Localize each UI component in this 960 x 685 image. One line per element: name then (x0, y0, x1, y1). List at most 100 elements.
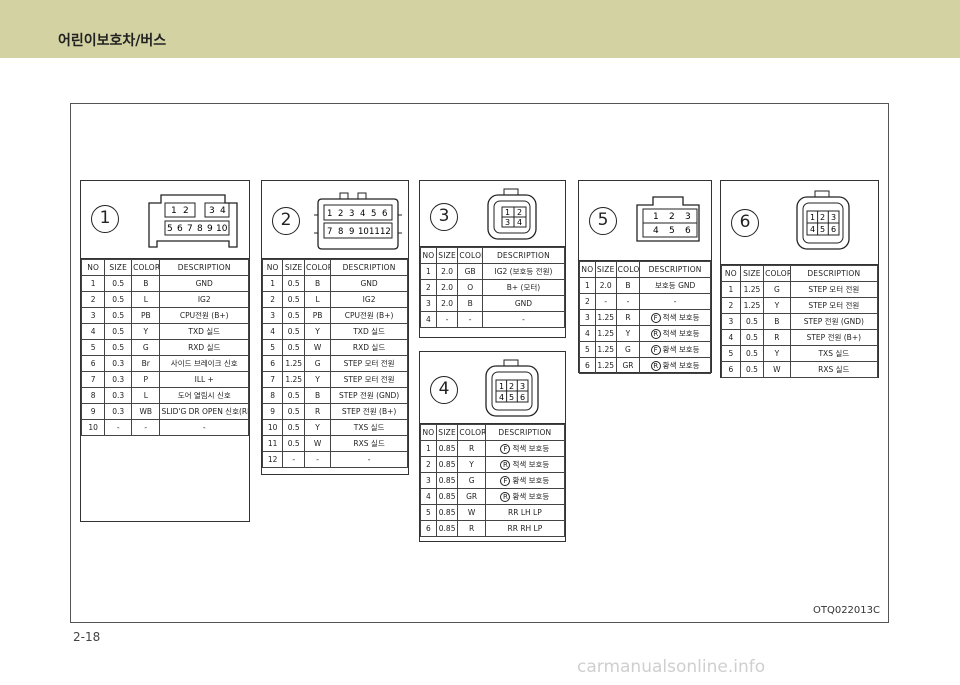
watermark: carmanualsonline.info (577, 657, 766, 677)
description-cell: - (330, 451, 408, 468)
description-cell: ILL + (159, 371, 249, 388)
wire-size-cell: 0.85 (435, 456, 459, 473)
table-row: 12- - - (261, 451, 408, 468)
wire-size-cell: 0.5 (282, 307, 306, 324)
description-cell: IG2 (보호등 전원) (481, 263, 566, 280)
connector-3-pin-2: 2 (517, 208, 522, 217)
table-row: 2 2.0 O B+ (모터) (420, 279, 566, 296)
pin-no-cell: 6 (80, 355, 106, 372)
table-header-row: NO SIZE COLOR DESCRIPTION (579, 261, 711, 278)
header-no: NO (420, 247, 437, 264)
wire-size-cell: 0.5 (282, 339, 306, 356)
pin-no-cell: 4 (80, 323, 106, 340)
wire-size-cell: 0.85 (435, 488, 459, 505)
header-size: SIZE (739, 265, 765, 282)
connector-1-pin-5: 5 (167, 224, 173, 234)
connector-diagram-1: 1 1 2 3 4 5 6 7 8 9 10 (81, 181, 249, 259)
table-row: 6 0.85 R RR RH LP (420, 520, 566, 537)
pin-no-cell: 2 (721, 297, 741, 314)
description-cell: STEP 전원 (B+) (789, 329, 879, 346)
wire-size-cell: 0.5 (282, 419, 306, 436)
wire-color-cell: R (304, 403, 332, 420)
description-cell: R 적색 보호등 (484, 456, 566, 473)
table-row: 4 0.85 GR R 황색 보호등 (420, 488, 566, 505)
description-cell: R 황색 보호등 (484, 488, 566, 505)
table-row: 6 0.3 Br 사이드 브레이크 신호 (80, 355, 249, 372)
description-text: 보호등 GND (654, 281, 696, 290)
connector-4-pin-4: 4 (499, 393, 504, 402)
position-marker-icon: F (500, 444, 511, 454)
header-description: DESCRIPTION (639, 261, 711, 278)
wire-size-cell: 2.0 (435, 263, 459, 280)
connector-2-pin-3: 3 (349, 209, 354, 219)
connector-5-pin-6: 6 (685, 226, 691, 236)
position-marker-icon: R (500, 460, 511, 470)
pin-no-cell: 8 (80, 387, 106, 404)
connector-6-pin-5: 5 (820, 225, 825, 234)
connector-2-shape: 1 2 3 4 5 6 7 8 9 10 11 12 (314, 192, 402, 250)
header-size: SIZE (435, 247, 459, 264)
wire-size-cell: 1.25 (282, 371, 306, 388)
wire-size-cell: 0.5 (739, 313, 765, 330)
page-number: 2-18 (73, 630, 101, 644)
pin-no-cell: 3 (261, 307, 284, 324)
pin-no-cell: 2 (420, 279, 437, 296)
wire-color-cell: Y (763, 297, 791, 314)
wire-size-cell: - (104, 419, 133, 436)
table-row: 3 0.5 B STEP 전원 (GND) (721, 313, 879, 330)
table-row: 10 0.5 Y TXS 실드 (261, 419, 408, 436)
header-color: COLOR (457, 247, 483, 264)
wire-color-cell: L (131, 387, 161, 404)
wire-color-cell: G (457, 472, 486, 489)
wire-size-cell: 0.85 (435, 440, 459, 457)
description-cell: R 적색 보호등 (639, 325, 711, 342)
connector-3-pin-4: 4 (517, 218, 522, 227)
description-cell: STEP 전원 (B+) (330, 403, 408, 420)
pin-no-cell: 10 (80, 419, 106, 436)
connector-4-pin-3: 3 (520, 382, 525, 391)
description-cell: 보호등 GND (639, 277, 711, 294)
wire-color-cell: W (457, 504, 486, 521)
wire-color-cell: P (131, 371, 161, 388)
pin-no-cell: 11 (261, 435, 284, 452)
description-text: 황색 보호등 (512, 476, 550, 485)
connector-panel-1: 1 1 2 3 4 5 6 7 8 9 10 NO SIZE COLOR DES… (80, 180, 250, 522)
connector-number-badge: 3 (430, 203, 458, 231)
connector-4-shape: 1 2 3 4 5 6 (485, 359, 539, 417)
header-no: NO (261, 259, 284, 276)
description-cell: TXS 실드 (330, 419, 408, 436)
wire-color-cell: W (304, 435, 332, 452)
pin-no-cell: 5 (80, 339, 106, 356)
wire-color-cell: GR (457, 488, 486, 505)
position-marker-icon: F (500, 476, 511, 486)
header-color: COLOR (763, 265, 791, 282)
description-text: 적색 보호등 (662, 329, 700, 338)
wire-color-cell: G (763, 281, 791, 298)
description-cell: IG2 (159, 291, 249, 308)
description-cell: STEP 전원 (GND) (789, 313, 879, 330)
wire-size-cell: 0.5 (282, 275, 306, 292)
table-row: 5 1.25 G F 황색 보호등 (579, 341, 711, 358)
table-row: 1 0.5 B GND (80, 275, 249, 292)
table-row: 2 1.25 Y STEP 모터 전원 (721, 297, 879, 314)
wire-size-cell: 1.25 (594, 341, 617, 358)
connector-4-pin-6: 6 (520, 393, 525, 402)
wire-color-cell: Y (763, 345, 791, 362)
table-row: 7 0.3 P ILL + (80, 371, 249, 388)
pin-no-cell: 8 (261, 387, 284, 404)
wire-color-cell: Y (304, 323, 332, 340)
table-row: 3 0.5 PB CPU전원 (B+) (261, 307, 408, 324)
wire-color-cell: - (615, 293, 641, 310)
description-text: 황색 보호등 (662, 361, 700, 370)
table-row: 1 0.5 B GND (261, 275, 408, 292)
description-cell: F 황색 보호등 (639, 341, 711, 358)
wire-size-cell: 2.0 (594, 277, 617, 294)
description-cell: SLID'G DR OPEN 신호(RH) (159, 403, 249, 420)
table-row: 6 1.25 GR R 황색 보호등 (579, 357, 711, 374)
wire-color-cell: GR (615, 357, 641, 374)
description-cell: IG2 (330, 291, 408, 308)
table-row: 1 1.25 G STEP 모터 전원 (721, 281, 879, 298)
description-cell: RXD 실드 (330, 339, 408, 356)
wire-size-cell: 0.85 (435, 520, 459, 537)
description-cell: R 황색 보호등 (639, 357, 711, 374)
